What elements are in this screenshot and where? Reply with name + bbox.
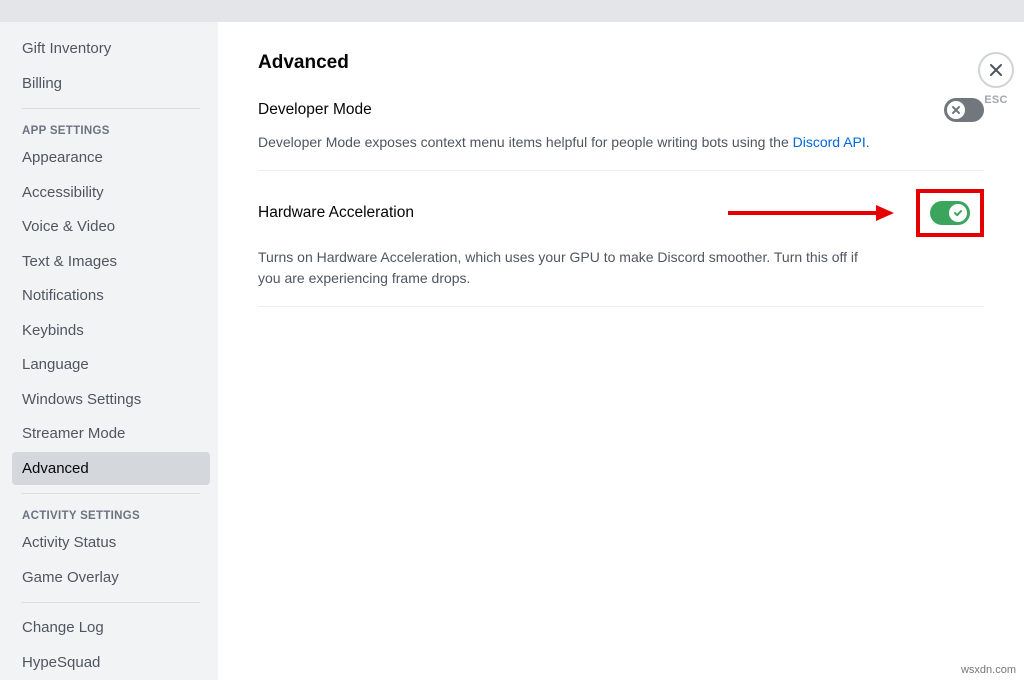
settings-sidebar: Gift Inventory Billing APP SETTINGS Appe… — [0, 22, 218, 680]
sidebar-item-keybinds[interactable]: Keybinds — [12, 314, 210, 348]
x-icon — [951, 105, 961, 115]
sidebar-item-accessibility[interactable]: Accessibility — [12, 176, 210, 210]
sidebar-item-streamer-mode[interactable]: Streamer Mode — [12, 417, 210, 451]
watermark: wsxdn.com — [959, 664, 1018, 676]
arrow-icon — [726, 203, 896, 223]
sidebar-divider — [22, 602, 200, 603]
setting-title-hardware-acceleration: Hardware Acceleration — [258, 204, 414, 222]
sidebar-item-gift-inventory[interactable]: Gift Inventory — [12, 32, 210, 66]
annotation-highlight-box — [916, 189, 984, 237]
sidebar-item-advanced[interactable]: Advanced — [12, 452, 210, 486]
window-titlebar — [0, 0, 1024, 22]
sidebar-header-activity-settings: ACTIVITY SETTINGS — [12, 502, 210, 526]
sidebar-item-activity-status[interactable]: Activity Status — [12, 526, 210, 560]
discord-api-link[interactable]: Discord API — [793, 134, 866, 150]
sidebar-item-game-overlay[interactable]: Game Overlay — [12, 561, 210, 595]
setting-hardware-acceleration: Hardware Acceleration Tur — [258, 171, 984, 307]
check-icon — [953, 208, 963, 218]
toggle-knob — [949, 204, 967, 222]
toggle-hardware-acceleration[interactable] — [930, 201, 970, 225]
toggle-developer-mode[interactable] — [944, 98, 984, 122]
sidebar-item-windows-settings[interactable]: Windows Settings — [12, 383, 210, 417]
close-label: ESC — [984, 94, 1008, 106]
setting-developer-mode: Developer Mode Developer Mode exposes co… — [258, 98, 984, 171]
sidebar-item-voice-video[interactable]: Voice & Video — [12, 210, 210, 244]
sidebar-divider — [22, 108, 200, 109]
toggle-knob — [947, 101, 965, 119]
sidebar-header-app-settings: APP SETTINGS — [12, 117, 210, 141]
sidebar-item-appearance[interactable]: Appearance — [12, 141, 210, 175]
settings-content: ESC Advanced Developer Mode Developer Mo… — [218, 22, 1024, 680]
sidebar-item-hypesquad[interactable]: HypeSquad — [12, 646, 210, 680]
sidebar-item-notifications[interactable]: Notifications — [12, 279, 210, 313]
sidebar-item-change-log[interactable]: Change Log — [12, 611, 210, 645]
close-button[interactable] — [978, 52, 1014, 88]
close-icon — [988, 62, 1004, 78]
sidebar-item-language[interactable]: Language — [12, 348, 210, 382]
page-title: Advanced — [258, 52, 984, 74]
annotation-arrow-group — [726, 189, 984, 237]
sidebar-item-text-images[interactable]: Text & Images — [12, 245, 210, 279]
close-panel: ESC — [978, 52, 1014, 106]
setting-desc-developer-mode: Developer Mode exposes context menu item… — [258, 132, 878, 152]
setting-desc-hardware-acceleration: Turns on Hardware Acceleration, which us… — [258, 247, 878, 288]
setting-title-developer-mode: Developer Mode — [258, 101, 372, 119]
sidebar-divider — [22, 493, 200, 494]
sidebar-item-billing[interactable]: Billing — [12, 67, 210, 101]
